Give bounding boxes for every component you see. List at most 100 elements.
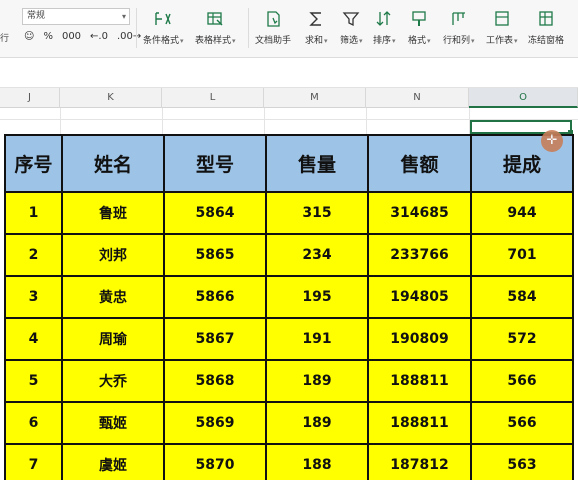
filter-button[interactable]: 筛选▾	[340, 10, 363, 48]
sum-button[interactable]: 求和▾	[305, 10, 328, 48]
table-cell[interactable]: 234	[265, 233, 369, 277]
table-row: 4 周瑜 5867 191 190809 572	[4, 317, 574, 361]
table-cell[interactable]: 190809	[367, 317, 472, 361]
rows-cols-label: 行和列	[443, 36, 471, 46]
table-cell[interactable]: 7	[4, 443, 63, 480]
number-format-buttons: ☺ % 000 ←.0 .00→	[24, 28, 141, 44]
table-cell[interactable]: 566	[470, 359, 574, 403]
ribbon-left-label: 行	[0, 34, 10, 44]
table-cell[interactable]: 5864	[163, 191, 267, 235]
ribbon-toolbar: 常规 ▾ 行 ☺ % 000 ←.0 .00→ 条件格式▾ 表格样式▾ 文档助手…	[0, 0, 578, 58]
table-cell[interactable]: 5869	[163, 401, 267, 445]
header-cell-name[interactable]: 姓名	[61, 134, 165, 193]
sort-button[interactable]: 排序▾	[373, 10, 396, 48]
table-cell[interactable]: 187812	[367, 443, 472, 480]
number-format-select[interactable]: 常规 ▾	[22, 8, 130, 25]
table-cell[interactable]: 1	[4, 191, 63, 235]
table-cell[interactable]: 194805	[367, 275, 472, 319]
header-cell-model[interactable]: 型号	[163, 134, 267, 193]
worksheet-icon	[495, 11, 509, 26]
chevron-down-icon: ▾	[427, 37, 431, 45]
worksheet-button[interactable]: 工作表▾	[486, 10, 518, 48]
column-header-bar: J K L M N O	[0, 88, 578, 108]
header-cell-amount[interactable]: 售额	[367, 134, 472, 193]
table-cell[interactable]: 甄姬	[61, 401, 165, 445]
table-cell[interactable]: 188811	[367, 359, 472, 403]
percent-format-button[interactable]: %	[43, 31, 53, 42]
rows-cols-button[interactable]: 行和列▾	[443, 10, 475, 48]
table-cell[interactable]: 刘邦	[61, 233, 165, 277]
table-cell[interactable]: 5866	[163, 275, 267, 319]
number-format-value: 常规	[27, 11, 46, 21]
column-header-n[interactable]: N	[366, 88, 469, 108]
table-cell[interactable]: 195	[265, 275, 369, 319]
table-cell[interactable]: 5867	[163, 317, 267, 361]
conditional-format-button[interactable]: 条件格式▾	[143, 10, 184, 48]
table-cell[interactable]: 189	[265, 359, 369, 403]
table-cell[interactable]: 314685	[367, 191, 472, 235]
table-style-button[interactable]: 表格样式▾	[195, 10, 236, 48]
decrease-decimal-button[interactable]: .00→	[117, 31, 141, 42]
table-cell[interactable]: 188	[265, 443, 369, 480]
doc-assistant-button[interactable]: 文档助手	[255, 10, 291, 48]
chevron-down-icon: ▾	[514, 37, 518, 45]
table-cell[interactable]: 5	[4, 359, 63, 403]
ribbon-separator	[136, 8, 137, 48]
freeze-icon	[539, 11, 553, 26]
table-cell[interactable]: 鲁班	[61, 191, 165, 235]
table-cell[interactable]: 188811	[367, 401, 472, 445]
table-cell[interactable]: 6	[4, 401, 63, 445]
cross-cursor-icon: ✛	[541, 130, 563, 152]
table-row: 6 甄姬 5869 189 188811 566	[4, 401, 574, 445]
freeze-button[interactable]: 冻结窗格	[528, 10, 564, 48]
table-cell[interactable]: 191	[265, 317, 369, 361]
table-cell[interactable]: 5868	[163, 359, 267, 403]
currency-format-button[interactable]: ☺	[24, 31, 34, 42]
table-cell[interactable]: 572	[470, 317, 574, 361]
table-cell[interactable]: 黄忠	[61, 275, 165, 319]
format-label: 格式	[408, 36, 427, 46]
table-cell[interactable]: 周瑜	[61, 317, 165, 361]
column-header-k[interactable]: K	[60, 88, 162, 108]
sum-label: 求和	[305, 36, 324, 46]
column-header-o[interactable]: O	[469, 88, 578, 108]
table-cell[interactable]: 4	[4, 317, 63, 361]
table-cell[interactable]: 584	[470, 275, 574, 319]
table-cell[interactable]: 566	[470, 401, 574, 445]
format-button[interactable]: 格式▾	[408, 10, 431, 48]
table-cell[interactable]: 2	[4, 233, 63, 277]
column-header-l[interactable]: L	[162, 88, 264, 108]
table-cell[interactable]: 大乔	[61, 359, 165, 403]
rows-cols-icon	[452, 12, 465, 25]
table-cell[interactable]: 3	[4, 275, 63, 319]
table-cell[interactable]: 189	[265, 401, 369, 445]
freeze-label: 冻结窗格	[528, 36, 565, 46]
data-table: 序号 姓名 型号 售量 售额 提成 1 鲁班 5864 315 314685 9…	[4, 134, 574, 480]
thousands-format-button[interactable]: 000	[62, 31, 81, 42]
table-cell[interactable]: 315	[265, 191, 369, 235]
header-cell-index[interactable]: 序号	[4, 134, 63, 193]
table-cell[interactable]: 虞姬	[61, 443, 165, 480]
chevron-down-icon: ▾	[121, 12, 126, 21]
chevron-down-icon: ▾	[392, 37, 396, 45]
formula-area	[0, 58, 578, 88]
column-header-j[interactable]: J	[0, 88, 60, 108]
conditional-format-label: 条件格式	[143, 36, 180, 46]
table-cell[interactable]: 563	[470, 443, 574, 480]
column-header-m[interactable]: M	[264, 88, 366, 108]
increase-decimal-button[interactable]: ←.0	[90, 31, 108, 42]
sort-icon	[376, 11, 391, 26]
table-cell[interactable]: 944	[470, 191, 574, 235]
header-cell-quantity[interactable]: 售量	[265, 134, 369, 193]
doc-assistant-label: 文档助手	[255, 36, 292, 46]
format-icon	[412, 11, 426, 26]
chevron-down-icon: ▾	[471, 37, 475, 45]
table-row: 7 虞姬 5870 188 187812 563	[4, 443, 574, 480]
table-cell[interactable]: 5870	[163, 443, 267, 480]
sum-icon	[309, 12, 322, 26]
table-cell[interactable]: 233766	[367, 233, 472, 277]
chevron-down-icon: ▾	[324, 37, 328, 45]
table-cell[interactable]: 701	[470, 233, 574, 277]
chevron-down-icon: ▾	[180, 37, 184, 45]
table-cell[interactable]: 5865	[163, 233, 267, 277]
